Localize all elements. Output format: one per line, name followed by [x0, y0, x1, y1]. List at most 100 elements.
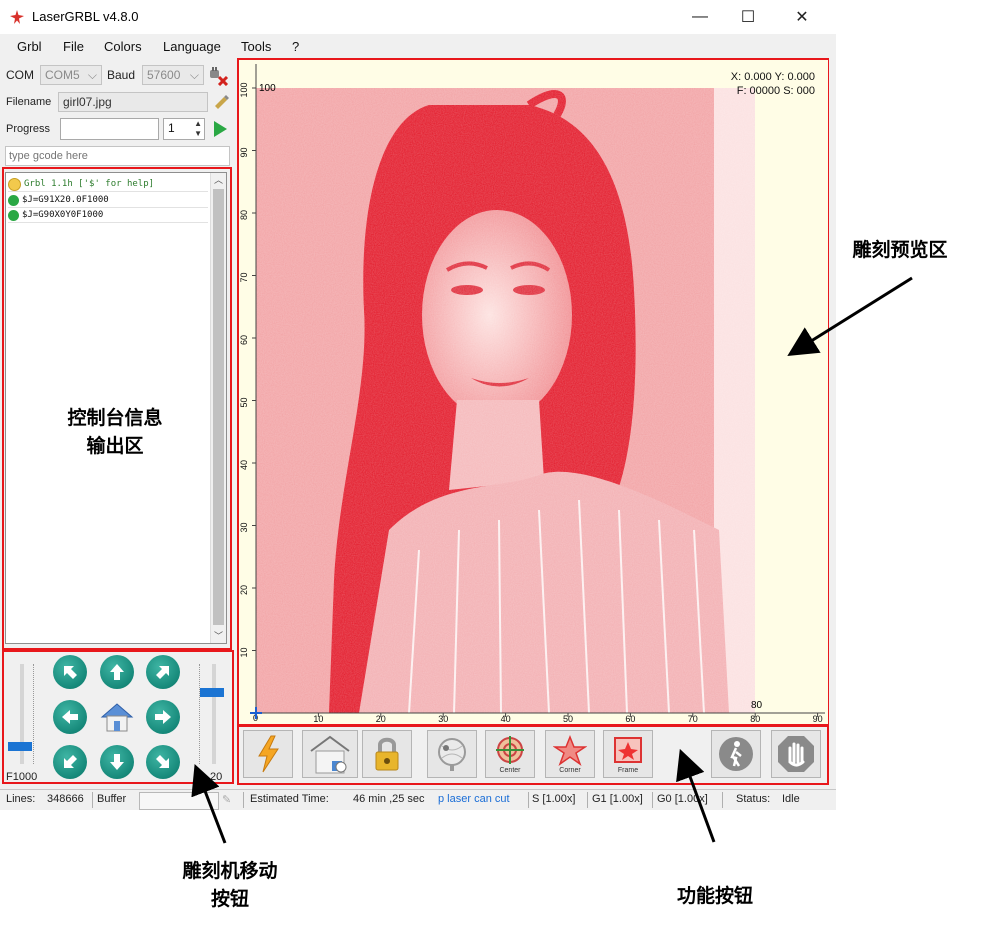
run-play-icon[interactable]: [211, 119, 229, 139]
unlock-button[interactable]: [362, 730, 412, 778]
annotation-jog-line1: 雕刻机移动: [182, 860, 278, 882]
chevron-down-icon: ⌵: [189, 68, 199, 82]
status-value: Idle: [782, 793, 800, 805]
jog-up-left-button[interactable]: [53, 655, 87, 689]
y-tick-label: 60: [239, 335, 249, 345]
scroll-down-icon[interactable]: ﹀: [211, 629, 226, 643]
lasergrbl-logo-icon: [10, 10, 24, 24]
y-tick-label: 30: [239, 522, 249, 532]
annotation-console-area: 控制台信息 输出区: [40, 404, 190, 460]
engraving-grain: [256, 88, 755, 713]
menu-colors[interactable]: Colors: [104, 39, 142, 54]
check-icon: [8, 209, 19, 221]
lines-count: 348666: [47, 793, 84, 805]
feed-slider-thumb[interactable]: [8, 742, 32, 751]
baud-value: 57600: [147, 68, 181, 82]
title-bar: LaserGRBL v4.8.0 — ☐ ✕: [0, 0, 836, 34]
menu-language[interactable]: Language: [163, 39, 221, 54]
x-axis-ticks: 10 20 30 40 50 60 70 80 90: [313, 713, 823, 724]
filename-field[interactable]: girl07.jpg: [58, 92, 208, 112]
jog-right-button[interactable]: [146, 700, 180, 734]
y-tick-label: 70: [239, 272, 249, 282]
baud-select[interactable]: 57600 ⌵: [142, 65, 204, 85]
corner-button-caption: Corner: [559, 766, 581, 774]
estimated-time-label: Estimated Time:: [250, 793, 329, 805]
x-tick-label: 10: [313, 714, 323, 724]
frame-button[interactable]: Frame: [603, 730, 653, 778]
menu-help[interactable]: ?: [292, 39, 299, 54]
walking-person-icon: [719, 737, 753, 771]
status-bar: Lines: 348666 Buffer ✎ Estimated Time: 4…: [0, 789, 836, 810]
y-tick-label: 20: [239, 585, 249, 595]
jog-down-button[interactable]: [100, 745, 134, 779]
jog-down-left-button[interactable]: [53, 745, 87, 779]
s-override[interactable]: S [1.00x]: [532, 793, 575, 805]
divider: [92, 792, 93, 808]
minimize-button[interactable]: —: [676, 0, 724, 34]
x-tick-label: 50: [563, 714, 573, 724]
console-line: $J=G90X0Y0F1000: [8, 208, 208, 223]
open-file-icon[interactable]: [211, 92, 231, 112]
arrow-down-icon: [110, 754, 124, 770]
laser-hint-link[interactable]: p laser can cut: [438, 793, 510, 805]
arrow-left-icon: [62, 710, 78, 724]
step-value-label: 20: [210, 771, 223, 783]
jog-up-right-button[interactable]: [146, 655, 180, 689]
progress-bar: [60, 118, 159, 140]
scroll-up-icon[interactable]: ︿: [211, 173, 226, 187]
jog-down-right-button[interactable]: [146, 745, 180, 779]
annotation-console-line2: 输出区: [86, 435, 144, 457]
arrow-up-icon: [110, 664, 124, 680]
buffer-label: Buffer: [97, 793, 127, 805]
console-line: Grbl 1.1h ['$' for help]: [8, 177, 208, 192]
com-label: COM: [6, 68, 34, 82]
stepper-arrows-icon[interactable]: ▲ ▼: [194, 119, 202, 139]
jog-home-button[interactable]: [98, 699, 136, 735]
x-tick-label: 60: [625, 714, 635, 724]
home-icon: [100, 703, 134, 732]
console-scrollbar[interactable]: ︿ ﹀: [210, 173, 226, 643]
run-button[interactable]: [243, 730, 293, 778]
copies-stepper[interactable]: 1 ▲ ▼: [163, 118, 205, 140]
stop-button[interactable]: [771, 730, 821, 778]
y-tick-label: 10: [239, 647, 249, 657]
console-line-text: $J=G91X20.0F1000: [22, 195, 109, 205]
globe-pin-icon: [438, 738, 466, 771]
home-garage-icon: [310, 735, 350, 774]
com-port-select[interactable]: COM5 ⌵: [40, 65, 102, 85]
center-button[interactable]: Center: [485, 730, 535, 778]
maximize-button[interactable]: ☐: [724, 0, 772, 34]
menu-grbl[interactable]: Grbl: [17, 39, 42, 54]
step-slider-track: [212, 664, 216, 764]
close-button[interactable]: ✕: [778, 0, 826, 34]
menu-file[interactable]: File: [63, 39, 84, 54]
x-tick-label: 70: [688, 714, 698, 724]
divider: [652, 792, 653, 808]
baud-label: Baud: [107, 68, 136, 82]
connect-plug-icon[interactable]: [207, 66, 229, 86]
corner-button[interactable]: Corner: [545, 730, 595, 778]
step-slider-thumb[interactable]: [200, 688, 224, 697]
buffer-icon: ✎: [222, 794, 232, 806]
jog-up-button[interactable]: [100, 655, 134, 689]
walk-button[interactable]: [711, 730, 761, 778]
menu-tools[interactable]: Tools: [241, 39, 271, 54]
homing-button[interactable]: [302, 730, 358, 778]
arrow-down-right-icon: [156, 755, 169, 768]
y-tick-label: 40: [239, 460, 249, 470]
divider: [722, 792, 723, 808]
copies-value: 1: [168, 121, 175, 135]
y-axis-ticks: 100 90 80 70 60 50 40 30 20 10: [239, 82, 256, 658]
x-tick-label: 90: [813, 714, 823, 724]
jog-left-button[interactable]: [53, 700, 87, 734]
arrow-up-right-icon: [156, 666, 169, 679]
g0-override[interactable]: G0 [1.00x]: [657, 793, 708, 805]
goto-origin-button[interactable]: [427, 730, 477, 778]
g1-override[interactable]: G1 [1.00x]: [592, 793, 643, 805]
annotation-jog-line2: 按钮: [210, 888, 249, 910]
coords-feed-speed: F: 00000 S: 000: [737, 85, 815, 97]
padlock-icon: [375, 737, 399, 771]
scroll-thumb[interactable]: [213, 189, 224, 625]
gcode-input[interactable]: [5, 146, 230, 166]
y-tick-label: 90: [239, 147, 249, 157]
